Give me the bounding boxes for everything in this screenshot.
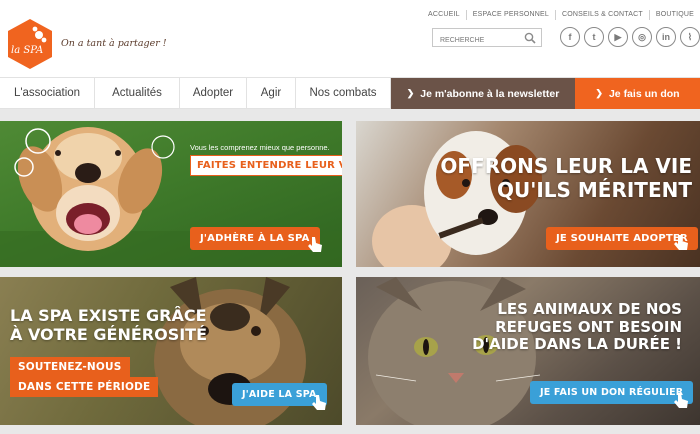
top-link-boutique[interactable]: BOUTIQUE xyxy=(648,10,700,20)
nav-item-association[interactable]: L'association xyxy=(0,78,95,108)
page: { "brand": { "logo_text": "la SPA", "tag… xyxy=(0,0,700,434)
linkedin-icon[interactable]: in xyxy=(656,27,676,47)
twitter-icon[interactable]: t xyxy=(584,27,604,47)
top-link-accueil[interactable]: ACCUEIL xyxy=(422,10,466,20)
banner-adhere[interactable]: Vous les comprenez mieux que personne. F… xyxy=(0,121,342,267)
top-link-espace-personnel[interactable]: ESPACE PERSONNEL xyxy=(465,10,555,20)
search-icon[interactable] xyxy=(524,32,536,44)
banner-adopt[interactable]: OFFRONS LEUR LA VIE QU'ILS MÉRITENT JE S… xyxy=(356,121,700,267)
instagram-icon[interactable]: ◎ xyxy=(632,27,652,47)
pointer-hand-icon xyxy=(674,393,688,408)
social-links: f t ▶ ◎ in ⌇ xyxy=(560,27,700,47)
adhere-callout: FAITES ENTENDRE LEUR VOIX xyxy=(190,155,342,176)
generosity-cta-label: J'AIDE LA SPA xyxy=(242,389,317,400)
chevron-right-icon: ❯ xyxy=(406,88,415,98)
pointer-hand-icon xyxy=(312,395,326,410)
main-nav: L'association Actualités Adopter Agir No… xyxy=(0,77,700,109)
rss-icon[interactable]: ⌇ xyxy=(680,27,700,47)
facebook-icon[interactable]: f xyxy=(560,27,580,47)
youtube-icon[interactable]: ▶ xyxy=(608,27,628,47)
adopt-cta-label: JE SOUHAITE ADOPTER xyxy=(556,233,688,244)
banner-regular-donation[interactable]: LES ANIMAUX DE NOS REFUGES ONT BESOIN D'… xyxy=(356,277,700,425)
top-links: ACCUEIL ESPACE PERSONNEL CONSEILS & CONT… xyxy=(422,10,700,20)
regular-cta-label: JE FAIS UN DON RÉGULIER xyxy=(540,387,684,398)
pointer-hand-icon xyxy=(674,235,688,250)
generosity-callout-1: SOUTENEZ-NOUS xyxy=(10,357,130,377)
search-box xyxy=(432,28,542,49)
adhere-cta-label: J'ADHÈRE À LA SPA xyxy=(200,233,310,244)
donate-label: Je fais un don xyxy=(608,87,680,100)
generosity-callout-2: DANS CETTE PÉRIODE xyxy=(10,377,159,397)
adhere-lead: Vous les comprenez mieux que personne. xyxy=(190,143,330,152)
tagline: On a tant à partager ! xyxy=(61,38,167,49)
donate-button[interactable]: ❯ Je fais un don xyxy=(575,78,700,109)
banners: Vous les comprenez mieux que personne. F… xyxy=(0,109,700,434)
logo-text: la SPA xyxy=(11,45,43,56)
adopt-headline: OFFRONS LEUR LA VIE QU'ILS MÉRITENT xyxy=(440,154,692,202)
chevron-right-icon: ❯ xyxy=(595,88,603,98)
adhere-cta-button[interactable]: J'ADHÈRE À LA SPA xyxy=(190,227,320,250)
nav-item-actualites[interactable]: Actualités xyxy=(95,78,180,108)
search-input[interactable] xyxy=(433,32,521,49)
spa-logo[interactable]: la SPA xyxy=(6,18,54,70)
regular-cta-button[interactable]: JE FAIS UN DON RÉGULIER xyxy=(530,381,694,404)
nav-item-adopter[interactable]: Adopter xyxy=(180,78,247,108)
banner-generosity[interactable]: LA SPA EXISTE GRÂCE À VOTRE GÉNÉROSITÉ S… xyxy=(0,277,342,425)
top-link-conseils-contact[interactable]: CONSEILS & CONTACT xyxy=(554,10,649,20)
pointer-hand-icon xyxy=(308,237,322,252)
newsletter-button[interactable]: ❯ Je m'abonne à la newsletter xyxy=(391,78,575,109)
nav-item-agir[interactable]: Agir xyxy=(247,78,296,108)
nav-item-nos-combats[interactable]: Nos combats xyxy=(296,78,391,108)
regular-headline: LES ANIMAUX DE NOS REFUGES ONT BESOIN D'… xyxy=(472,300,682,354)
generosity-headline: LA SPA EXISTE GRÂCE À VOTRE GÉNÉROSITÉ xyxy=(10,306,208,344)
newsletter-label: Je m'abonne à la newsletter xyxy=(420,87,560,100)
